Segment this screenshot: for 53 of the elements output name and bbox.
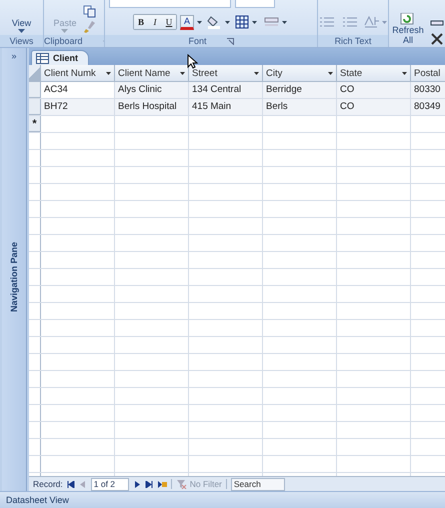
record-position-field[interactable]: 1 of 2	[90, 478, 129, 490]
italic-button[interactable]: I	[148, 15, 162, 29]
copy-icon[interactable]	[82, 5, 96, 18]
caret-icon[interactable]	[180, 72, 185, 74]
caret-icon[interactable]	[106, 72, 111, 74]
table-cell: Berls	[263, 99, 337, 115]
document-tab[interactable]: Client	[31, 50, 90, 65]
view-button[interactable]: View	[10, 18, 34, 33]
caret-icon[interactable]	[18, 29, 25, 33]
group-label: Font	[188, 36, 206, 46]
pane-label: Navigation Pane	[9, 242, 19, 313]
table-cell: 80330	[411, 82, 445, 98]
bold-button[interactable]: B	[134, 15, 148, 29]
pointer-icon[interactable]	[187, 54, 198, 69]
expand-button[interactable]: »	[2, 48, 26, 64]
table-cell: BH72	[41, 99, 115, 115]
table-cell: 415 Main	[189, 99, 263, 115]
column-header[interactable]: Street	[189, 65, 263, 81]
record-label: Record:	[33, 479, 63, 489]
last-record-icon[interactable]	[144, 480, 153, 488]
new-record-icon[interactable]	[156, 480, 167, 488]
group-label: Views	[10, 36, 34, 46]
caret-icon[interactable]	[328, 72, 333, 74]
table-icon[interactable]	[36, 52, 49, 64]
table-cell: 80349	[411, 99, 445, 115]
group-label: Clipboard	[44, 36, 83, 46]
table-cell: Berls Hospital	[115, 99, 189, 115]
first-record-icon[interactable]	[66, 480, 75, 488]
group-label: Rich Text	[334, 36, 372, 46]
column-header[interactable]: State	[337, 65, 411, 81]
grid-icon[interactable]	[234, 14, 260, 30]
table-cell: AC34	[41, 82, 115, 98]
column-header[interactable]: Client Name	[115, 65, 189, 81]
next-record-icon[interactable]	[132, 480, 141, 488]
column-header[interactable]: Postal	[411, 65, 445, 81]
new-record-marker: *	[29, 116, 41, 132]
underline-button[interactable]: U	[162, 15, 176, 29]
table-cell: Alys Clinic	[115, 82, 189, 98]
caret-icon[interactable]	[197, 20, 202, 24]
column-header[interactable]: City	[263, 65, 337, 81]
caret-icon[interactable]	[254, 72, 259, 74]
delete-icon[interactable]	[430, 32, 444, 45]
column-header[interactable]: Client Numk	[41, 65, 115, 81]
caret-icon[interactable]	[402, 72, 407, 74]
fill-color-icon[interactable]	[205, 14, 231, 30]
table-cell: 134 Central	[189, 82, 263, 98]
refresh-button[interactable]: Refresh All	[390, 13, 426, 45]
status-text: Datasheet View	[6, 495, 69, 505]
table-cell: CO	[337, 99, 411, 115]
table-cell: CO	[337, 82, 411, 98]
table-cell: Berridge	[263, 82, 337, 98]
font-color-button[interactable]: A	[180, 14, 194, 30]
search-field[interactable]: Search	[230, 478, 285, 490]
